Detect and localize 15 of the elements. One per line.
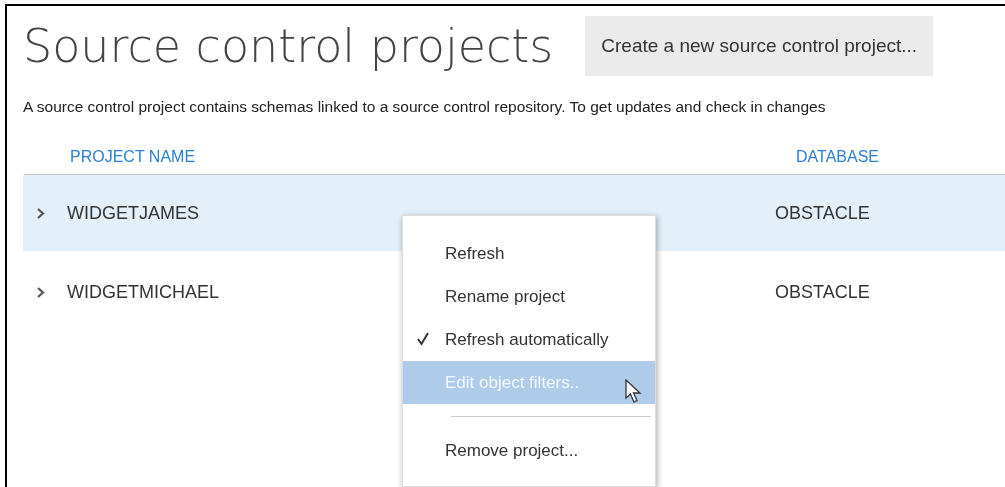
database-name: OBSTACLE: [775, 281, 870, 303]
cursor-icon: [625, 379, 643, 405]
menu-item[interactable]: Refresh automatically: [403, 318, 655, 361]
chevron-icon[interactable]: [37, 207, 45, 219]
column-header[interactable]: DATABASE: [796, 148, 879, 170]
create-project-button[interactable]: Create a new source control project...: [585, 16, 934, 76]
project-name: WIDGETJAMES: [67, 202, 199, 223]
chevron-icon[interactable]: [37, 286, 45, 298]
column-header[interactable]: PROJECT NAME: [70, 148, 796, 170]
project-name: WIDGETMICHAEL: [67, 281, 219, 302]
page-title: Source control projects: [23, 19, 554, 73]
menu-item[interactable]: Rename project: [403, 275, 655, 318]
database-name: OBSTACLE: [775, 202, 870, 224]
menu-item[interactable]: Remove project...: [403, 429, 655, 472]
description-text: A source control project contains schemas linked to a source control repository. To get updates and check in changes: [23, 98, 827, 116]
